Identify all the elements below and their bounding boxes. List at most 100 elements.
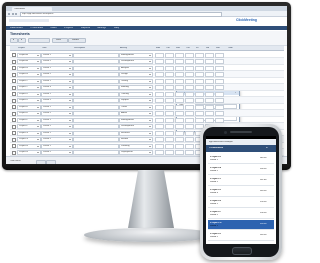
menu-item[interactable]: Projects — [64, 27, 73, 30]
grid-column-header[interactable]: Mon — [156, 47, 160, 49]
project-select[interactable]: Project H — [17, 150, 41, 155]
pager-button[interactable] — [36, 159, 46, 164]
chevron-down-icon — [149, 67, 151, 69]
row-checkbox[interactable] — [12, 131, 16, 135]
next-week-button[interactable]: ▸ — [18, 38, 26, 43]
menu-item[interactable]: Help — [114, 27, 119, 30]
chevron-down-icon — [69, 119, 71, 121]
chevron-down-icon — [149, 145, 151, 147]
chevron-down-icon — [149, 139, 151, 140]
date-range-field[interactable] — [28, 38, 50, 43]
phone-url: app.timesheets.example — [209, 141, 233, 143]
row-checkbox[interactable] — [12, 79, 16, 83]
menu-item[interactable]: Tasks — [50, 27, 57, 30]
chevron-down-icon — [149, 106, 151, 108]
list-item[interactable]: Project E Phase 1 01:00 — [208, 198, 274, 208]
status-text: Total hours — [10, 160, 21, 162]
browser-tab-title: Timesheets — [14, 8, 26, 10]
row-checkbox[interactable] — [12, 85, 16, 90]
list-item-value: 05:00 — [260, 223, 267, 225]
row-checkbox[interactable] — [12, 144, 16, 148]
list-item[interactable]: Project G Phase 1 05:00 — [208, 220, 274, 230]
chevron-down-icon — [69, 80, 71, 82]
grid-column-header[interactable]: Total — [228, 47, 233, 49]
row-checkbox[interactable] — [12, 92, 16, 96]
description-field[interactable] — [73, 150, 119, 155]
pager-button[interactable] — [46, 159, 56, 164]
list-item-value: 01:00 — [260, 201, 267, 203]
list-item-subtitle: Phase 2 — [210, 236, 219, 238]
chevron-down-icon — [37, 152, 39, 153]
list-item-subtitle: Phase 1 — [210, 203, 219, 205]
chevron-down-icon — [69, 113, 71, 114]
row-checkbox[interactable] — [12, 53, 16, 57]
list-item-title: Project A — [210, 155, 222, 158]
phone-screen: app.timesheets.example Timesheets ≡ Proj… — [206, 136, 276, 244]
list-item-title: Project G — [210, 221, 222, 224]
prev-week-button[interactable]: ◂ — [10, 38, 18, 43]
hours-input[interactable] — [165, 150, 174, 155]
chevron-down-icon — [149, 119, 151, 121]
row-checkbox[interactable] — [12, 72, 16, 77]
grid-column-header[interactable]: Task — [42, 47, 47, 49]
row-checkbox[interactable] — [12, 124, 16, 129]
reload-icon[interactable] — [15, 12, 17, 15]
row-checkbox[interactable] — [12, 59, 16, 64]
row-checkbox[interactable] — [12, 150, 16, 155]
grid-column-header[interactable]: Sun — [216, 47, 220, 49]
grid-column-header[interactable]: Project — [18, 47, 25, 49]
row-checkbox[interactable] — [12, 111, 16, 116]
chevron-down-icon — [149, 100, 151, 101]
list-item[interactable]: Project C Phase 1 02:30 — [208, 176, 274, 186]
save-button[interactable]: Save — [52, 38, 68, 43]
row-checkbox[interactable] — [12, 137, 16, 142]
project-select-value: Project B — [19, 73, 28, 76]
submit-button[interactable]: Submit — [68, 38, 86, 43]
chevron-down-icon — [69, 139, 71, 140]
row-checkbox[interactable] — [12, 118, 16, 122]
grid-column-header[interactable]: Sat — [206, 47, 209, 49]
list-item[interactable]: Project D Phase 3 06:00 — [208, 187, 274, 197]
task-select[interactable]: Phase 2 — [41, 150, 73, 155]
project-select-value: Project E — [19, 105, 28, 108]
row-checkbox[interactable] — [12, 66, 16, 70]
menu-icon[interactable]: ≡ — [266, 147, 268, 150]
activity-select-value: Admin — [121, 112, 128, 115]
menu-item[interactable]: Settings — [97, 27, 106, 30]
chevron-down-icon — [37, 93, 39, 95]
hours-input[interactable] — [175, 150, 184, 155]
project-select-value: Project E — [19, 112, 28, 115]
chevron-down-icon — [37, 126, 39, 127]
chevron-down-icon — [149, 113, 151, 114]
project-select-value: Project G — [19, 131, 29, 134]
row-checkbox[interactable] — [12, 105, 16, 109]
hours-input[interactable] — [155, 150, 164, 155]
chevron-down-icon — [149, 93, 151, 95]
list-item[interactable]: Project F Phase 2 03:00 — [208, 209, 274, 219]
grid-column-header[interactable]: Description — [74, 47, 85, 49]
grid-column-header[interactable]: Fri — [196, 47, 199, 49]
forward-icon[interactable] — [11, 12, 14, 15]
project-select-value: Project G — [19, 138, 29, 141]
activity-select[interactable]: Deployment — [119, 150, 153, 155]
back-icon[interactable] — [8, 12, 10, 15]
chevron-down-icon — [37, 54, 39, 56]
row-checkbox[interactable] — [12, 98, 16, 103]
grid-column-header[interactable]: Activity — [120, 47, 127, 49]
grid-column-header[interactable]: Thu — [186, 47, 190, 49]
chevron-down-icon — [149, 152, 151, 153]
menu-item[interactable]: Dashboard — [10, 27, 23, 30]
list-item-value: 02:30 — [260, 179, 267, 181]
list-item[interactable]: Project H Phase 2 02:00 — [208, 231, 274, 241]
phone-app-header: Timesheets ≡ — [206, 145, 276, 152]
menu-item[interactable]: Reports — [81, 27, 90, 30]
task-select-value: Phase 1 — [43, 118, 52, 121]
list-item[interactable]: Project A Phase 1 08:00 — [208, 154, 274, 164]
address-bar-url: http://app.timesheets.example/ts — [22, 13, 54, 16]
hours-input[interactable] — [185, 150, 194, 155]
list-item[interactable]: Project B Phase 2 04:00 — [208, 165, 274, 175]
grid-column-header[interactable]: Tue — [166, 47, 170, 49]
home-button[interactable] — [232, 247, 252, 255]
menu-item[interactable]: Timesheets — [30, 27, 43, 30]
grid-column-header[interactable]: Wed — [176, 47, 180, 49]
